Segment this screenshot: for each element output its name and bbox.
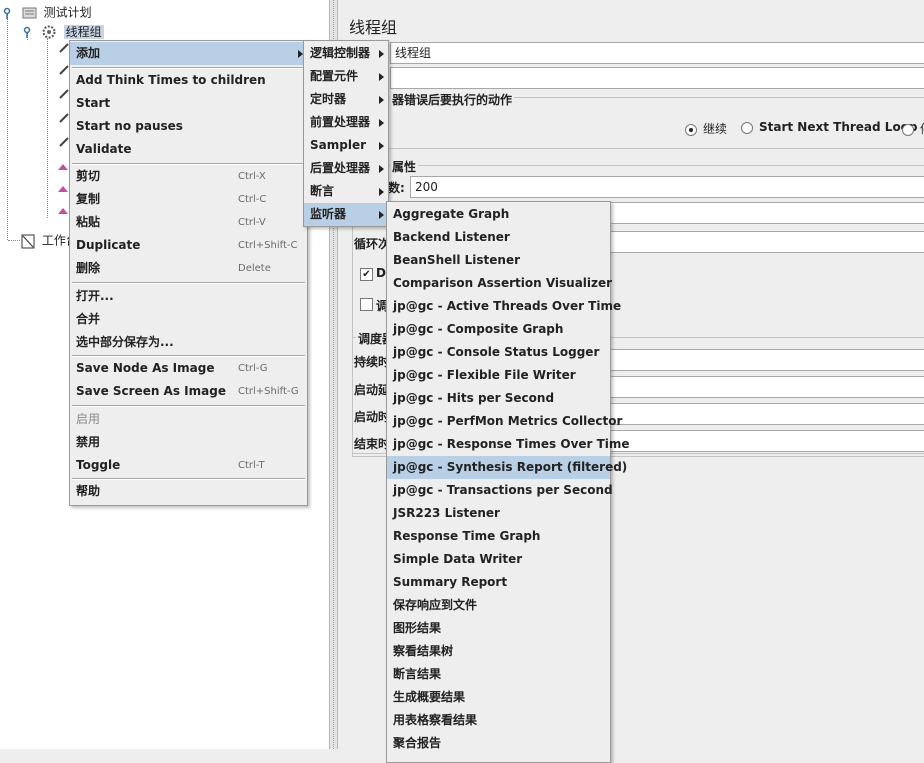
- menu-item-delete[interactable]: 删除 Delete: [70, 257, 307, 280]
- listener-item-generate-summary[interactable]: 生成概要结果: [387, 686, 610, 709]
- menu-item-duplicate[interactable]: Duplicate Ctrl+Shift-C: [70, 234, 307, 257]
- listener-item-simple-data-writer[interactable]: Simple Data Writer: [387, 548, 610, 571]
- delay-thread-checkbox[interactable]: ✔: [360, 268, 373, 281]
- radio-unselected-icon: [902, 123, 914, 136]
- scheduler-checkbox[interactable]: [360, 298, 373, 311]
- tree-node-thread-group[interactable]: 线程组: [22, 22, 104, 40]
- listener-item-backend-listener[interactable]: Backend Listener: [387, 226, 610, 249]
- menu-item-open[interactable]: 打开...: [70, 285, 307, 308]
- radio-continue[interactable]: 继续: [685, 120, 727, 137]
- submenu-item-post-processor[interactable]: 后置处理器: [304, 157, 388, 180]
- listener-item-console-status-logger[interactable]: jp@gc - Console Status Logger: [387, 341, 610, 364]
- radio-selected-icon: [685, 123, 697, 136]
- listener-item-hits-per-second[interactable]: jp@gc - Hits per Second: [387, 387, 610, 410]
- submenu-item-config-element[interactable]: 配置元件: [304, 65, 388, 88]
- radio-stop-thread[interactable]: 停: [902, 120, 924, 137]
- context-menu: 添加 Add Think Times to children Start Sta…: [69, 40, 308, 506]
- listener-item-transactions-per-second[interactable]: jp@gc - Transactions per Second: [387, 479, 613, 502]
- radio-start-next-loop[interactable]: Start Next Thread Loop: [741, 120, 918, 134]
- test-plan-icon: [22, 7, 37, 18]
- listener-item-beanshell-listener[interactable]: BeanShell Listener: [387, 249, 610, 272]
- thread-properties-label: 属性: [390, 158, 419, 175]
- child-element-icons: [58, 43, 69, 214]
- add-submenu: 逻辑控制器 配置元件 定时器 前置处理器 Sampler 后置处理器 断言 监听…: [303, 40, 389, 227]
- start-time-label: 启动时: [354, 410, 391, 424]
- listener-item-view-results-tree[interactable]: 察看结果树: [387, 640, 610, 663]
- listener-item-perfmon[interactable]: jp@gc - PerfMon Metrics Collector: [387, 410, 622, 433]
- expand-handle-icon[interactable]: [2, 6, 16, 20]
- threads-label: 数:: [388, 181, 405, 195]
- menu-item-save-node-as-image[interactable]: Save Node As Image Ctrl-G: [70, 357, 307, 380]
- menu-item-save-selection-as[interactable]: 选中部分保存为...: [70, 331, 307, 354]
- tree-node-test-plan-label: 测试计划: [43, 5, 92, 20]
- menu-item-start-no-pauses[interactable]: Start no pauses: [70, 115, 307, 138]
- submenu-arrow-icon: [379, 73, 384, 81]
- comments-field[interactable]: [390, 67, 924, 89]
- loop-count-label: 循环次: [354, 237, 391, 251]
- startup-delay-label: 启动延: [354, 383, 391, 397]
- listener-item-save-responses[interactable]: 保存响应到文件: [387, 594, 610, 617]
- submenu-arrow-icon: [379, 211, 384, 219]
- listener-item-summary-report[interactable]: Summary Report: [387, 571, 610, 594]
- listener-submenu: Aggregate Graph Backend Listener BeanShe…: [386, 201, 630, 763]
- menu-item-validate[interactable]: Validate: [70, 138, 307, 161]
- submenu-item-sampler[interactable]: Sampler: [304, 134, 388, 157]
- submenu-item-listener[interactable]: 监听器: [304, 203, 388, 226]
- menu-item-save-screen-as-image[interactable]: Save Screen As Image Ctrl+Shift-G: [70, 380, 307, 403]
- listener-item-comparison-assertion-visualizer[interactable]: Comparison Assertion Visualizer: [387, 272, 612, 295]
- page-title: 线程组: [349, 18, 398, 37]
- menu-item-paste[interactable]: 粘贴 Ctrl-V: [70, 211, 307, 234]
- menu-item-copy[interactable]: 复制 Ctrl-C: [70, 188, 307, 211]
- submenu-item-timer[interactable]: 定时器: [304, 88, 388, 111]
- listener-item-response-times[interactable]: jp@gc - Response Times Over Time: [387, 433, 630, 456]
- tree-node-test-plan[interactable]: 测试计划: [2, 3, 92, 21]
- submenu-item-logic-controller[interactable]: 逻辑控制器: [304, 42, 388, 65]
- error-action-label: 器错误后要执行的动作: [390, 91, 515, 108]
- expand-handle-icon[interactable]: [22, 25, 36, 39]
- listener-item-synthesis-report[interactable]: jp@gc - Synthesis Report (filtered): [387, 456, 627, 479]
- menu-item-toggle[interactable]: Toggle Ctrl-T: [70, 454, 307, 477]
- menu-item-add[interactable]: 添加: [70, 42, 307, 65]
- menu-item-cut[interactable]: 剪切 Ctrl-X: [70, 165, 307, 188]
- menu-item-merge[interactable]: 合并: [70, 308, 307, 331]
- listener-item-composite-graph[interactable]: jp@gc - Composite Graph: [387, 318, 610, 341]
- end-time-label: 结束时: [354, 437, 391, 451]
- menu-item-help[interactable]: 帮助: [70, 480, 307, 503]
- submenu-arrow-icon: [379, 188, 384, 196]
- submenu-arrow-icon: [379, 119, 384, 127]
- listener-item-assertion-results[interactable]: 断言结果: [387, 663, 610, 686]
- menu-item-disable[interactable]: 禁用: [70, 431, 307, 454]
- submenu-arrow-icon: [379, 96, 384, 104]
- listener-item-response-time-graph[interactable]: Response Time Graph: [387, 525, 610, 548]
- submenu-arrow-icon: [379, 50, 384, 58]
- listener-item-jsr223[interactable]: JSR223 Listener: [387, 502, 610, 525]
- menu-item-add-think-times[interactable]: Add Think Times to children: [70, 69, 307, 92]
- submenu-arrow-icon: [379, 142, 384, 150]
- listener-item-graph-results[interactable]: 图形结果: [387, 617, 610, 640]
- radio-unselected-icon: [741, 121, 753, 134]
- listener-item-view-results-table[interactable]: 用表格察看结果: [387, 709, 610, 732]
- name-field[interactable]: 线程组: [390, 42, 924, 64]
- submenu-arrow-icon: [379, 165, 384, 173]
- submenu-item-pre-processor[interactable]: 前置处理器: [304, 111, 388, 134]
- duration-label: 持续时: [354, 355, 391, 369]
- threads-count-field[interactable]: 200: [410, 176, 924, 198]
- menu-item-start[interactable]: Start: [70, 92, 307, 115]
- gear-icon: [42, 25, 56, 38]
- listener-item-active-threads[interactable]: jp@gc - Active Threads Over Time: [387, 295, 621, 318]
- tree-node-thread-group-label: 线程组: [63, 24, 104, 39]
- listener-item-aggregate-report[interactable]: 聚合报告: [387, 732, 610, 755]
- listener-item-aggregate-graph[interactable]: Aggregate Graph: [387, 203, 610, 226]
- menu-item-enable: 启用: [76, 412, 101, 426]
- listener-item-flexible-file-writer[interactable]: jp@gc - Flexible File Writer: [387, 364, 610, 387]
- workbench-icon: [21, 234, 35, 248]
- submenu-item-assertion[interactable]: 断言: [304, 180, 388, 203]
- delay-thread-label: D: [376, 266, 386, 280]
